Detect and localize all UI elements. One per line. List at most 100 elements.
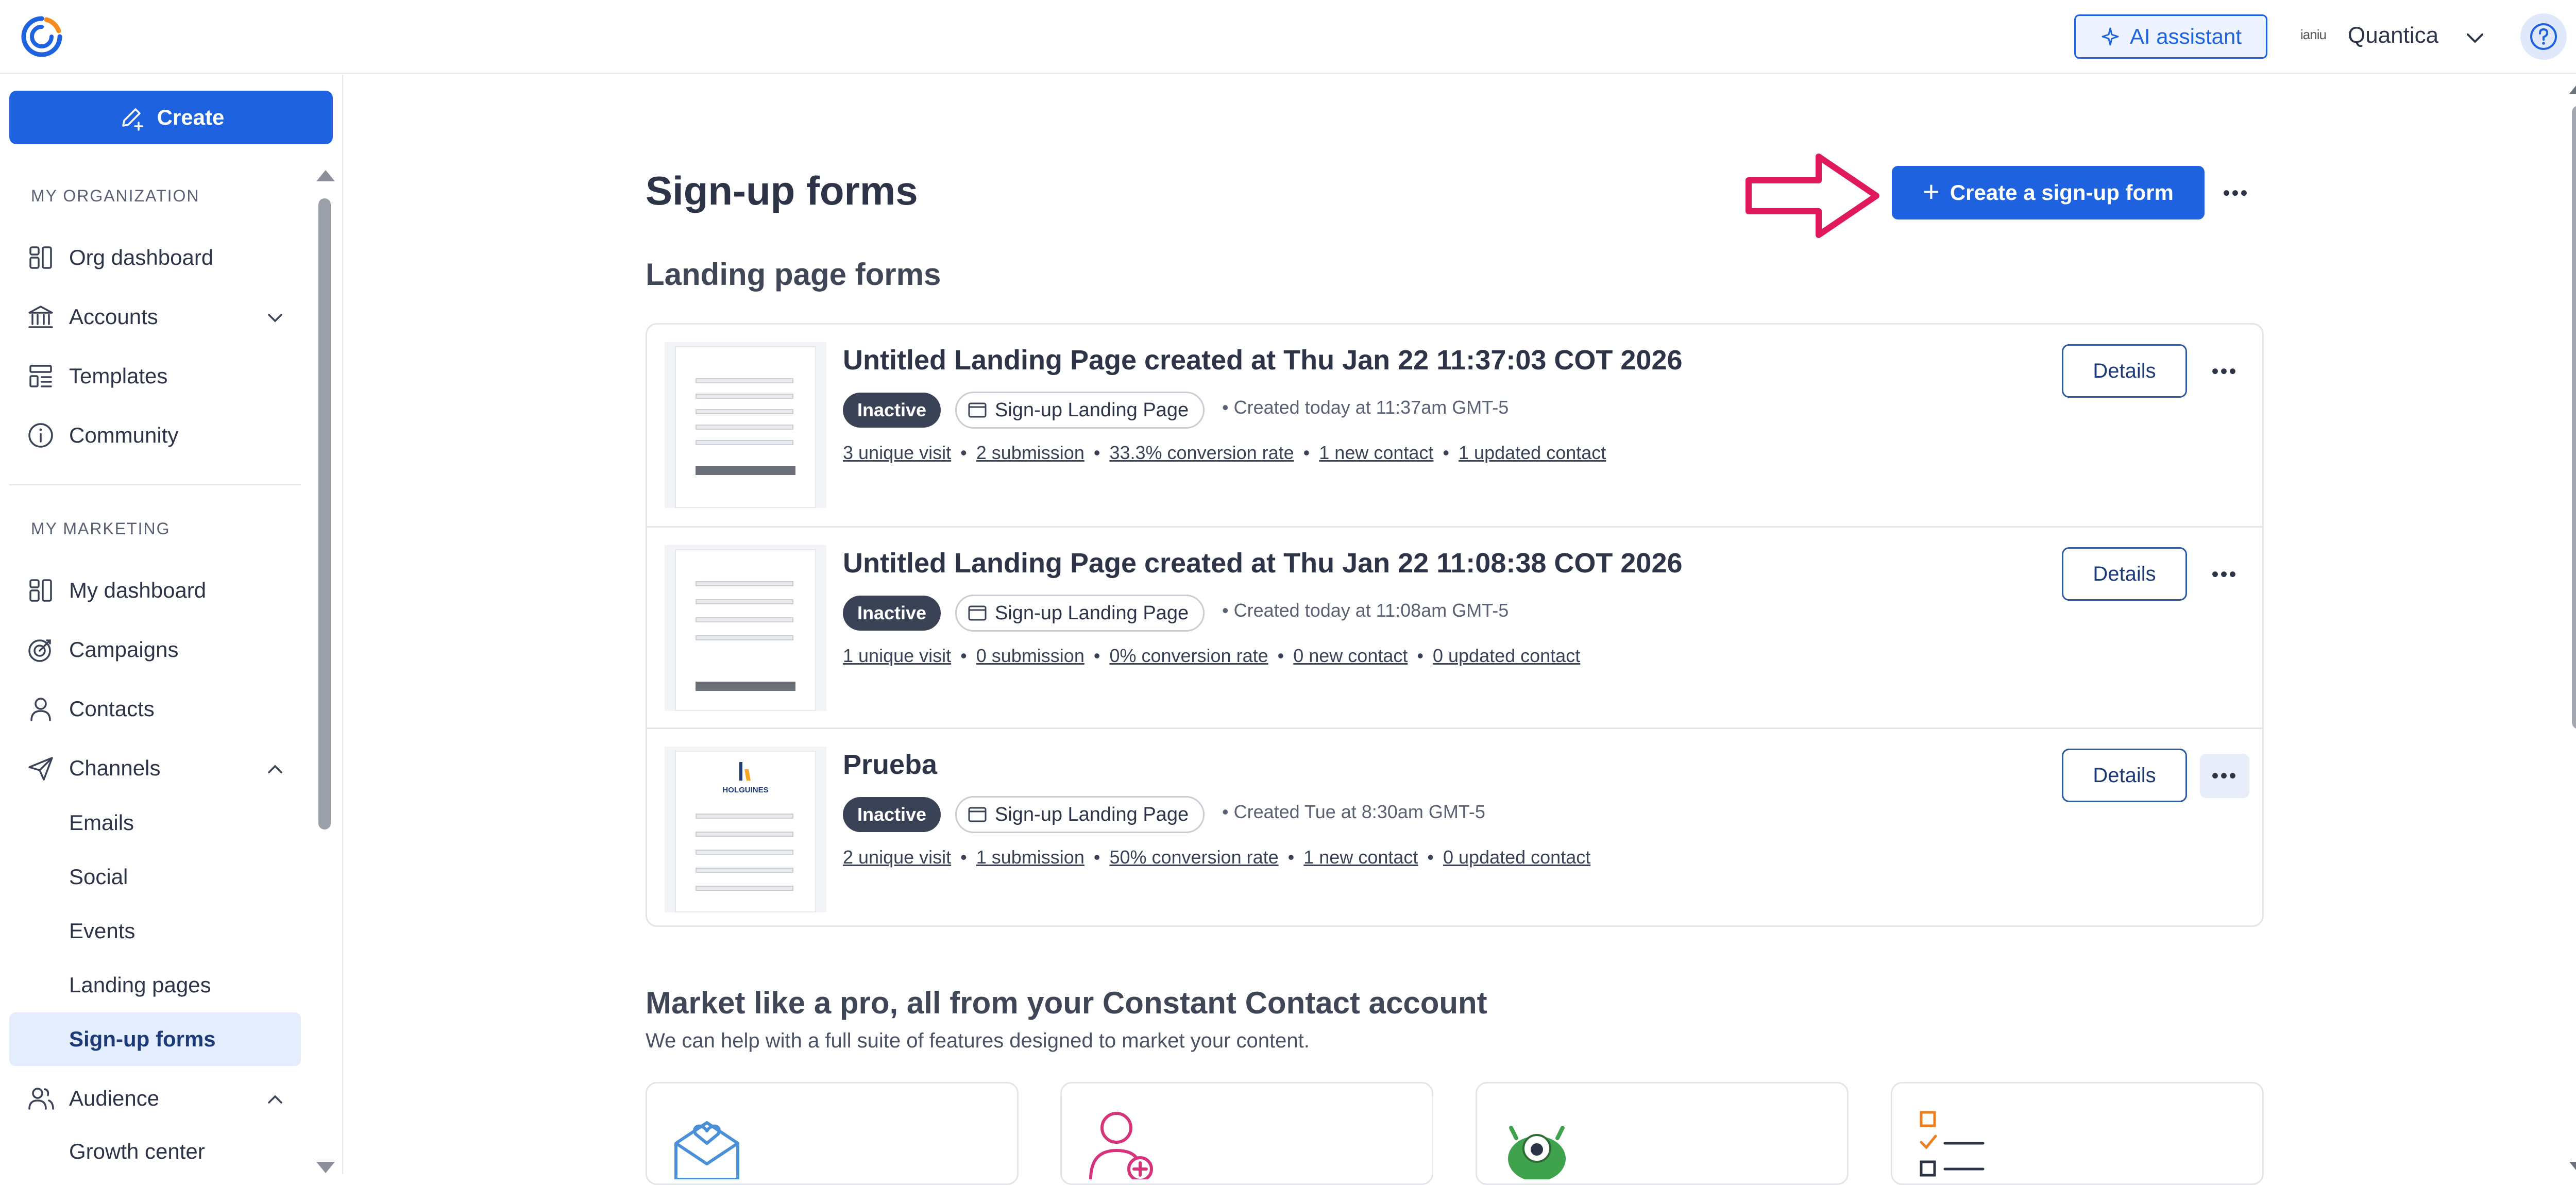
- status-badge: Inactive: [843, 596, 941, 631]
- sidebar-item-campaigns[interactable]: Campaigns: [9, 624, 301, 675]
- sidebar-item-social[interactable]: Social: [9, 853, 301, 901]
- stat-updated-contacts-link[interactable]: 0 updated contact: [1433, 645, 1580, 667]
- sidebar-item-label: My dashboard: [69, 578, 207, 602]
- add-person-icon: [1089, 1112, 1153, 1179]
- sidebar-item-channels[interactable]: Channels: [9, 742, 301, 794]
- stat-submissions-link[interactable]: 0 submission: [976, 645, 1084, 667]
- section-title-landing-page-forms: Landing page forms: [646, 257, 941, 292]
- sidebar-scrollbar-thumb[interactable]: [318, 198, 331, 830]
- form-thumbnail[interactable]: [665, 545, 826, 711]
- create-button[interactable]: Create: [9, 91, 333, 144]
- form-title[interactable]: Untitled Landing Page created at Thu Jan…: [843, 547, 1683, 579]
- sidebar-item-growth-center[interactable]: Growth center: [9, 1129, 301, 1174]
- sidebar-item-community[interactable]: Community: [9, 410, 301, 461]
- browser-window-icon: [968, 807, 987, 822]
- chevron-up-icon[interactable]: [265, 1089, 285, 1110]
- dashboard-icon: [25, 242, 57, 274]
- sidebar-scroll-down-arrow[interactable]: [316, 1162, 335, 1173]
- chevron-down-icon[interactable]: [265, 308, 285, 328]
- created-text: • Created Tue at 8:30am GMT-5: [1222, 801, 1485, 822]
- form-stats: 3 unique visit • 2 submission • 33.3% conv…: [843, 442, 1606, 464]
- promo-card[interactable]: [646, 1082, 1019, 1185]
- promo-subtitle: We can help with a full suite of feature…: [646, 1029, 1310, 1052]
- templates-icon: [25, 360, 57, 392]
- details-button[interactable]: Details: [2062, 547, 2187, 601]
- stat-new-contacts-link[interactable]: 1 new contact: [1303, 847, 1418, 868]
- form-row: Untitled Landing Page created at Thu Jan…: [647, 325, 2262, 526]
- help-button[interactable]: [2520, 13, 2567, 60]
- form-row: HOLGUINES Prueba Inactive Sign-up Landin…: [647, 727, 2262, 929]
- sidebar-item-emails[interactable]: Emails: [9, 799, 301, 847]
- form-type-label: Sign-up Landing Page: [995, 803, 1189, 825]
- sidebar-item-org-dashboard[interactable]: Org dashboard: [9, 232, 301, 283]
- sidebar-item-landing-pages[interactable]: Landing pages: [9, 961, 301, 1009]
- account-logo: ianiu: [2300, 27, 2327, 42]
- sidebar-item-contacts[interactable]: Contacts: [9, 683, 301, 735]
- create-sign-up-form-button[interactable]: + Create a sign-up form: [1892, 166, 2205, 219]
- stat-conversion-rate-link[interactable]: 33.3% conversion rate: [1109, 442, 1294, 464]
- stat-updated-contacts-link[interactable]: 0 updated contact: [1443, 847, 1590, 868]
- bank-icon: [25, 301, 57, 333]
- form-type-label: Sign-up Landing Page: [995, 399, 1189, 421]
- more-options-icon[interactable]: •••: [2200, 754, 2249, 798]
- info-icon: [25, 419, 57, 451]
- more-options-icon[interactable]: •••: [2200, 349, 2249, 394]
- promo-card[interactable]: [1476, 1082, 1849, 1185]
- account-name[interactable]: Quantica: [2348, 23, 2438, 48]
- stat-conversion-rate-link[interactable]: 0% conversion rate: [1109, 645, 1268, 667]
- sidebar-item-events[interactable]: Events: [9, 907, 301, 955]
- promo-card[interactable]: [1891, 1082, 2264, 1185]
- details-button[interactable]: Details: [2062, 344, 2187, 398]
- annotation-arrow-icon: [1741, 149, 1886, 242]
- stat-unique-visits-link[interactable]: 1 unique visit: [843, 645, 951, 667]
- promo-card[interactable]: [1060, 1082, 1433, 1185]
- sparkle-icon: [2102, 27, 2119, 46]
- stat-new-contacts-link[interactable]: 1 new contact: [1319, 442, 1433, 464]
- stat-submissions-link[interactable]: 2 submission: [976, 442, 1084, 464]
- section-heading-marketing: MY MARKETING: [31, 519, 171, 538]
- sidebar-item-accounts[interactable]: Accounts: [9, 291, 301, 343]
- status-badge: Inactive: [843, 797, 941, 832]
- sidebar-item-my-dashboard[interactable]: My dashboard: [9, 565, 301, 616]
- form-title[interactable]: Prueba: [843, 749, 937, 781]
- stat-updated-contacts-link[interactable]: 1 updated contact: [1459, 442, 1606, 464]
- created-text: • Created today at 11:37am GMT-5: [1222, 397, 1509, 418]
- more-options-icon[interactable]: •••: [2215, 175, 2257, 211]
- create-label: Create: [157, 105, 225, 129]
- form-row: Untitled Landing Page created at Thu Jan…: [647, 526, 2262, 727]
- stat-submissions-link[interactable]: 1 submission: [976, 847, 1084, 868]
- stat-new-contacts-link[interactable]: 0 new contact: [1293, 645, 1408, 667]
- sidebar-item-label: Org dashboard: [69, 245, 214, 269]
- form-thumbnail[interactable]: [665, 342, 826, 508]
- page-title: Sign-up forms: [646, 168, 918, 213]
- constant-contact-logo-icon[interactable]: [21, 15, 63, 58]
- main-scroll-up-arrow[interactable]: [2569, 82, 2576, 94]
- chevron-down-icon[interactable]: [2464, 27, 2486, 49]
- stat-unique-visits-link[interactable]: 2 unique visit: [843, 847, 951, 868]
- sidebar-item-sign-up-forms[interactable]: Sign-up forms: [9, 1012, 301, 1066]
- main-scrollbar-thumb[interactable]: [2572, 106, 2576, 729]
- more-options-icon[interactable]: •••: [2200, 552, 2249, 597]
- ai-assistant-button[interactable]: AI assistant: [2074, 14, 2267, 59]
- form-stats: 2 unique visit • 1 submission • 50% conver…: [843, 847, 1591, 868]
- monster-mascot-icon: [1508, 1126, 1566, 1179]
- send-icon: [25, 752, 57, 784]
- target-icon: [25, 634, 57, 666]
- sidebar-scroll-up-arrow[interactable]: [316, 170, 335, 181]
- holguines-logo-icon: [739, 762, 751, 781]
- section-heading-organization: MY ORGANIZATION: [31, 187, 200, 205]
- sidebar-item-audience[interactable]: Audience: [9, 1073, 301, 1124]
- stat-unique-visits-link[interactable]: 3 unique visit: [843, 442, 951, 464]
- sidebar-item-templates[interactable]: Templates: [9, 350, 301, 402]
- details-button[interactable]: Details: [2062, 749, 2187, 802]
- form-title[interactable]: Untitled Landing Page created at Thu Jan…: [843, 344, 1683, 376]
- form-thumbnail[interactable]: HOLGUINES: [665, 747, 826, 912]
- sidebar-item-label: Contacts: [69, 697, 155, 721]
- main-scroll-down-arrow[interactable]: [2569, 1162, 2576, 1173]
- people-icon: [25, 1082, 57, 1114]
- chevron-up-icon[interactable]: [265, 759, 285, 780]
- sidebar-item-label: Campaigns: [69, 637, 179, 662]
- sidebar-item-label: Audience: [69, 1086, 160, 1110]
- stat-conversion-rate-link[interactable]: 50% conversion rate: [1109, 847, 1278, 868]
- sidebar-item-label: Accounts: [69, 304, 158, 329]
